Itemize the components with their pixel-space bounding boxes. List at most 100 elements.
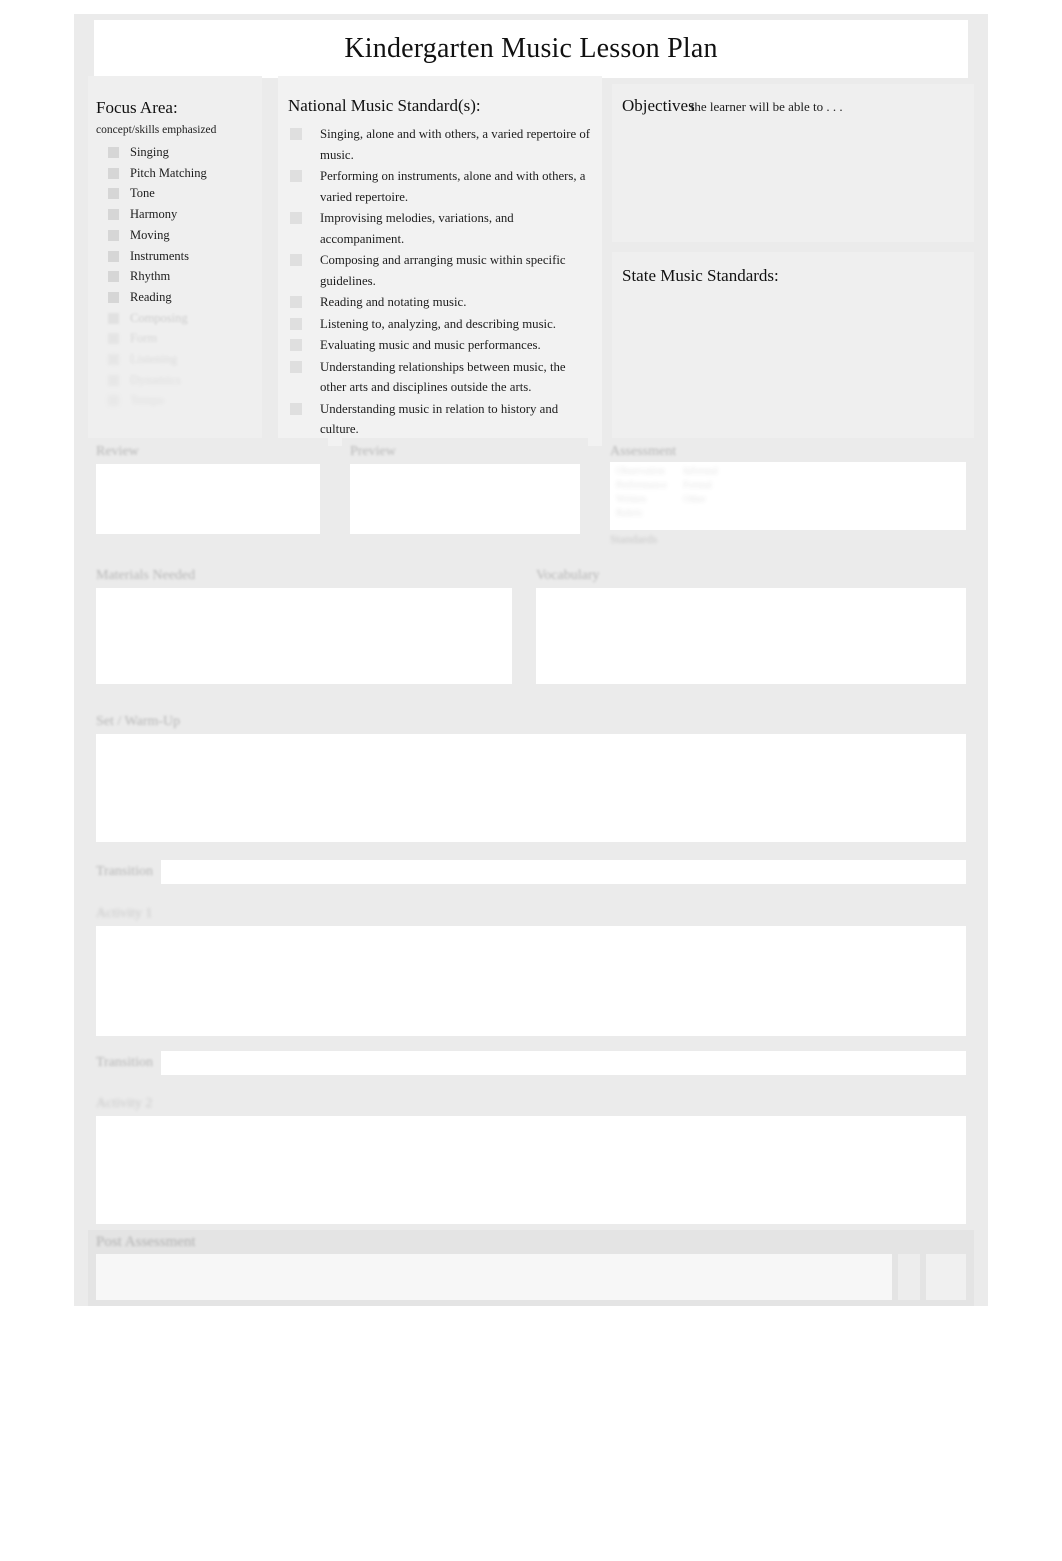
national-standard-item[interactable]: Improvising melodies, variations, and ac… bbox=[288, 208, 592, 249]
assessment-option[interactable]: Other bbox=[683, 494, 718, 505]
post-assessment-input[interactable] bbox=[96, 1254, 892, 1300]
checkbox-icon[interactable] bbox=[290, 339, 302, 351]
national-standard-item[interactable]: Composing and arranging music within spe… bbox=[288, 250, 592, 291]
checkbox-icon[interactable] bbox=[108, 229, 119, 241]
activity-2-input[interactable] bbox=[96, 1116, 966, 1224]
review-input[interactable] bbox=[96, 464, 320, 534]
national-standard-label: Listening to, analyzing, and describing … bbox=[320, 316, 556, 331]
activity-1-label: Activity 1 bbox=[96, 906, 153, 921]
focus-area-list: Singing Pitch Matching Tone Harmony Movi… bbox=[96, 142, 256, 411]
assessment-option[interactable]: Written bbox=[616, 494, 667, 505]
national-standard-label: Improvising melodies, variations, and ac… bbox=[320, 211, 514, 246]
focus-item-pitch-matching[interactable]: Pitch Matching bbox=[96, 163, 256, 184]
transition-1-input[interactable] bbox=[161, 860, 966, 884]
post-assessment-divider bbox=[898, 1254, 920, 1300]
national-standard-label: Evaluating music and music performances. bbox=[320, 338, 541, 352]
checkbox-icon[interactable] bbox=[108, 395, 119, 407]
focus-item-form[interactable]: Form bbox=[96, 328, 256, 349]
assessment-options: Observation Performance Written Rubric I… bbox=[610, 462, 966, 530]
focus-item-composing[interactable]: Composing bbox=[96, 308, 256, 329]
assessment-option[interactable]: Informal bbox=[683, 466, 718, 477]
checkbox-icon[interactable] bbox=[108, 374, 119, 386]
national-standards-list: Singing, alone and with others, a varied… bbox=[288, 124, 592, 440]
checkbox-icon[interactable] bbox=[290, 296, 302, 308]
national-standard-item[interactable]: Evaluating music and music performances. bbox=[288, 335, 592, 356]
focus-item-reading[interactable]: Reading bbox=[96, 287, 256, 308]
focus-item-label: Pitch Matching bbox=[130, 165, 207, 180]
focus-item-rhythm[interactable]: Rhythm bbox=[96, 266, 256, 287]
checkbox-icon[interactable] bbox=[108, 250, 119, 262]
activity-1-input[interactable] bbox=[96, 926, 966, 1036]
focus-item-listening[interactable]: Listening bbox=[96, 349, 256, 370]
checkbox-icon[interactable] bbox=[108, 167, 119, 179]
national-standard-item[interactable]: Listening to, analyzing, and describing … bbox=[288, 314, 592, 335]
page-title: Kindergarten Music Lesson Plan bbox=[344, 33, 718, 64]
checkbox-icon[interactable] bbox=[108, 271, 119, 283]
checkbox-icon[interactable] bbox=[108, 188, 119, 200]
focus-item-label: Listening bbox=[130, 352, 178, 367]
national-standard-item[interactable]: Singing, alone and with others, a varied… bbox=[288, 124, 592, 165]
vocabulary-input[interactable] bbox=[536, 588, 966, 684]
checkbox-icon[interactable] bbox=[290, 360, 302, 373]
national-standard-label: Understanding music in relation to histo… bbox=[320, 401, 559, 437]
national-standard-item[interactable]: Performing on instruments, alone and wit… bbox=[288, 166, 592, 207]
checkbox-icon[interactable] bbox=[108, 209, 119, 221]
preview-input[interactable] bbox=[350, 464, 580, 534]
national-standard-item[interactable]: Reading and notating music. bbox=[288, 292, 592, 313]
checkbox-icon[interactable] bbox=[290, 128, 302, 140]
assessment-option-column-1: Observation Performance Written Rubric bbox=[616, 466, 667, 526]
lesson-plan-page: Kindergarten Music Lesson Plan Focus Are… bbox=[74, 14, 988, 1306]
post-assessment-label: Post Assessment bbox=[96, 1234, 196, 1250]
state-standards-title: State Music Standards: bbox=[622, 266, 779, 285]
focus-item-label: Instruments bbox=[130, 248, 190, 263]
assessment-option[interactable]: Rubric bbox=[616, 508, 667, 519]
activity-1-section: Activity 1 bbox=[88, 900, 974, 1040]
focus-item-label: Reading bbox=[130, 289, 172, 304]
checkbox-icon[interactable] bbox=[108, 333, 119, 345]
checkbox-icon[interactable] bbox=[108, 291, 119, 303]
transition-1-row: Transition bbox=[96, 860, 966, 884]
transition-2-row: Transition bbox=[96, 1051, 966, 1075]
focus-item-harmony[interactable]: Harmony bbox=[96, 204, 256, 225]
checkbox-icon[interactable] bbox=[108, 147, 119, 158]
focus-area-title: Focus Area: bbox=[96, 98, 178, 117]
focus-item-tone[interactable]: Tone bbox=[96, 183, 256, 204]
focus-item-label: Tone bbox=[130, 186, 155, 201]
focus-item-tempo[interactable]: Tempo bbox=[96, 390, 256, 411]
assessment-option[interactable]: Observation bbox=[616, 466, 667, 477]
transition-2-input[interactable] bbox=[161, 1051, 966, 1075]
assessment-option[interactable]: Formal bbox=[683, 480, 718, 491]
materials-vocabulary-row: Materials Needed Vocabulary bbox=[88, 562, 974, 698]
checkbox-icon[interactable] bbox=[290, 170, 302, 182]
focus-item-singing[interactable]: Singing bbox=[96, 142, 256, 163]
focus-item-moving[interactable]: Moving bbox=[96, 225, 256, 246]
focus-item-label: Composing bbox=[130, 310, 188, 325]
checkbox-icon[interactable] bbox=[290, 317, 302, 330]
post-assessment-end-cell[interactable] bbox=[926, 1254, 966, 1300]
focus-area-panel: Focus Area: concept/skills emphasized Si… bbox=[88, 76, 262, 438]
checkbox-icon[interactable] bbox=[108, 354, 119, 366]
preview-cell: Preview bbox=[342, 438, 588, 550]
focus-item-dynamics[interactable]: Dynamics bbox=[96, 370, 256, 391]
focus-item-label: Dynamics bbox=[130, 372, 181, 387]
national-standard-item[interactable]: Understanding relationships between musi… bbox=[288, 357, 592, 398]
set-warmup-input[interactable] bbox=[96, 734, 966, 842]
set-warmup-label: Set / Warm-Up bbox=[96, 714, 181, 729]
mid-row: Review Preview Assessment Observation Pe… bbox=[88, 438, 974, 556]
focus-item-label: Harmony bbox=[130, 207, 178, 222]
checkbox-icon[interactable] bbox=[108, 312, 119, 324]
national-standard-item[interactable]: Understanding music in relation to histo… bbox=[288, 399, 592, 440]
assessment-option[interactable]: Performance bbox=[616, 480, 667, 491]
materials-input[interactable] bbox=[96, 588, 512, 684]
checkbox-icon[interactable] bbox=[290, 254, 302, 266]
focus-item-label: Moving bbox=[130, 227, 170, 242]
objectives-panel[interactable]: Objectives the learner will be able to .… bbox=[612, 84, 974, 242]
checkbox-icon[interactable] bbox=[290, 402, 302, 415]
objectives-label: Objectives bbox=[622, 96, 695, 115]
state-standards-panel[interactable]: State Music Standards: bbox=[612, 252, 974, 438]
post-assessment-section: Post Assessment bbox=[88, 1230, 974, 1306]
post-assessment-row bbox=[96, 1254, 966, 1300]
focus-item-instruments[interactable]: Instruments bbox=[96, 246, 256, 267]
checkbox-icon[interactable] bbox=[290, 212, 302, 224]
transition-2-section: Transition bbox=[88, 1046, 974, 1084]
